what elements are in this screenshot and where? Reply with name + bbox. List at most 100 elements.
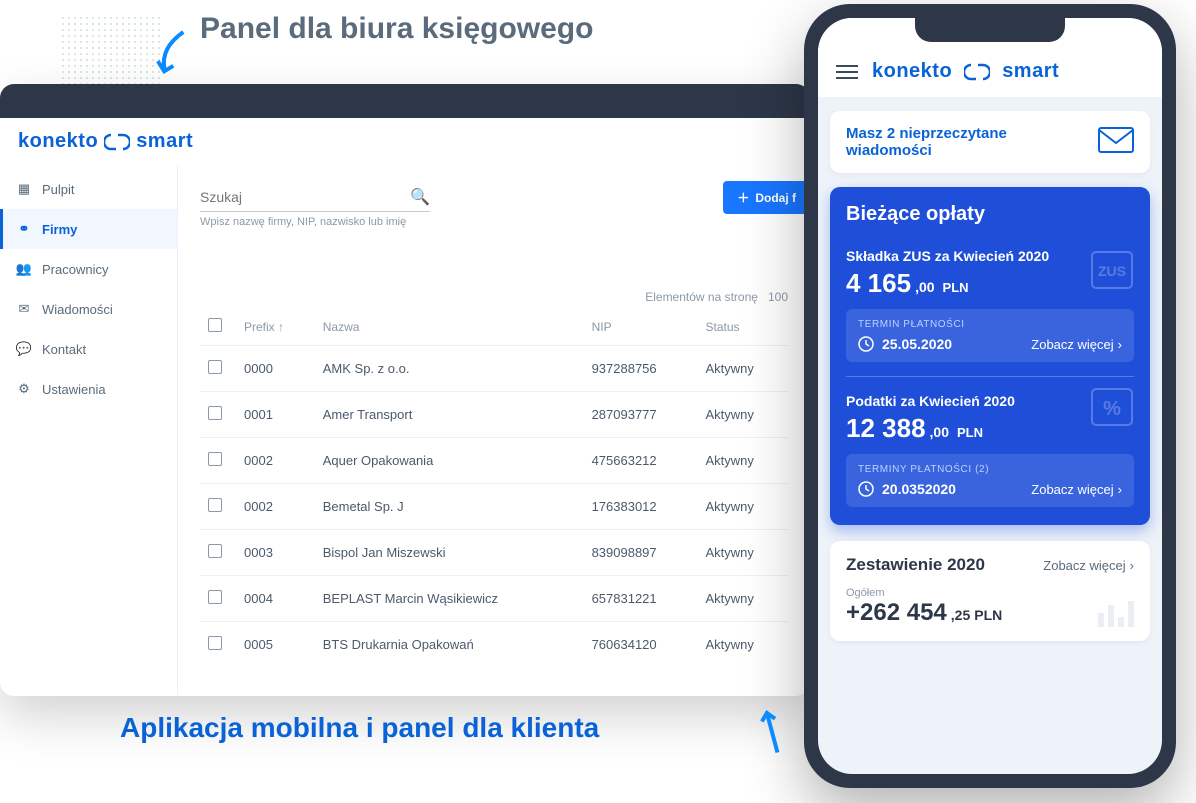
companies-icon: ⚭ xyxy=(16,221,32,237)
pager-value[interactable]: 100 xyxy=(768,290,788,304)
svg-text:%: % xyxy=(1103,398,1121,420)
app-logo: konekto smart xyxy=(0,118,810,165)
th-nip[interactable]: NIP xyxy=(584,308,698,346)
cell-prefix: 0001 xyxy=(236,392,315,438)
deadline-title: TERMINY PŁATNOŚCI (2) xyxy=(858,464,1122,475)
see-more-link[interactable]: Zobacz więcej › xyxy=(1031,337,1122,352)
summary-title: Zestawienie 2020 xyxy=(846,555,985,575)
row-checkbox[interactable] xyxy=(208,452,222,466)
sidebar-label: Wiadomości xyxy=(42,302,113,317)
row-checkbox[interactable] xyxy=(208,498,222,512)
chevron-right-icon: › xyxy=(1118,482,1122,497)
cell-name: Amer Transport xyxy=(315,392,584,438)
fee-block: %Podatki za Kwiecień 202012 388,00PLNTER… xyxy=(846,376,1134,509)
chevron-right-icon: › xyxy=(1130,558,1134,573)
menu-button[interactable] xyxy=(836,65,858,79)
pager-label: Elementów na stronę xyxy=(645,290,758,304)
add-company-button[interactable]: ＋ Dodaj f xyxy=(723,181,810,214)
table-row[interactable]: 0000AMK Sp. z o.o.937288756Aktywny xyxy=(200,346,788,392)
table-row[interactable]: 0001Amer Transport287093777Aktywny xyxy=(200,392,788,438)
cell-name: Bispol Jan Miszewski xyxy=(315,530,584,576)
main-area: 🔍 Wpisz nazwę firmy, NIP, nazwisko lub i… xyxy=(178,165,810,695)
clock-icon xyxy=(858,336,874,352)
row-checkbox[interactable] xyxy=(208,406,222,420)
cell-nip: 176383012 xyxy=(584,484,698,530)
clock-icon xyxy=(858,481,874,497)
row-checkbox[interactable] xyxy=(208,590,222,604)
sidebar-item-wiadomosci[interactable]: ✉ Wiadomości xyxy=(0,289,177,329)
table-row[interactable]: 0002Bemetal Sp. J176383012Aktywny xyxy=(200,484,788,530)
see-more-link[interactable]: Zobacz więcej › xyxy=(1031,482,1122,497)
cell-nip: 287093777 xyxy=(584,392,698,438)
row-checkbox[interactable] xyxy=(208,544,222,558)
cell-name: AMK Sp. z o.o. xyxy=(315,346,584,392)
cell-nip: 760634120 xyxy=(584,622,698,668)
table-row[interactable]: 0004BEPLAST Marcin Wąsikiewicz657831221A… xyxy=(200,576,788,622)
envelope-icon xyxy=(1098,127,1134,158)
total-small: ,25 xyxy=(951,607,970,623)
deadline-date: 20.0352020 xyxy=(858,481,956,497)
row-checkbox[interactable] xyxy=(208,636,222,650)
total-label: Ogółem xyxy=(846,587,1134,599)
cell-nip: 475663212 xyxy=(584,438,698,484)
summary-more[interactable]: Zobacz więcej › xyxy=(1043,558,1134,573)
pager: Elementów na stronę 100 xyxy=(200,290,788,304)
deadline-box: TERMINY PŁATNOŚCI (2) 20.0352020 Zobacz wi… xyxy=(846,454,1134,507)
th-prefix[interactable]: Prefix xyxy=(236,308,315,346)
row-checkbox[interactable] xyxy=(208,360,222,374)
sidebar-item-firmy[interactable]: ⚭ Firmy xyxy=(0,209,177,249)
chat-icon: 💬 xyxy=(16,341,32,357)
cell-prefix: 0003 xyxy=(236,530,315,576)
cell-status: Aktywny xyxy=(697,484,788,530)
cell-prefix: 0000 xyxy=(236,346,315,392)
logo-link-icon xyxy=(104,133,130,151)
add-button-label: Dodaj f xyxy=(755,191,796,205)
table-row[interactable]: 0005BTS Drukarnia Opakowań760634120Aktyw… xyxy=(200,622,788,668)
logo-part2: smart xyxy=(136,130,193,153)
mail-icon: ✉ xyxy=(16,301,32,317)
sidebar-item-kontakt[interactable]: 💬 Kontakt xyxy=(0,329,177,369)
cell-prefix: 0002 xyxy=(236,438,315,484)
cell-prefix: 0002 xyxy=(236,484,315,530)
logo-part1: konekto xyxy=(18,130,98,153)
th-name[interactable]: Nazwa xyxy=(315,308,584,346)
window-titlebar xyxy=(0,84,810,118)
cell-name: Aquer Opakowania xyxy=(315,438,584,484)
caption-desktop: Panel dla biura księgowego xyxy=(200,12,593,46)
cell-nip: 839098897 xyxy=(584,530,698,576)
sidebar-label: Kontakt xyxy=(42,342,86,357)
cell-status: Aktywny xyxy=(697,530,788,576)
phone-frame: konekto smart Masz 2 nieprzeczytane wiad… xyxy=(804,4,1176,788)
svg-text:ZUS: ZUS xyxy=(1098,263,1126,279)
th-status[interactable]: Status xyxy=(697,308,788,346)
sidebar-item-pracownicy[interactable]: 👥 Pracownicy xyxy=(0,249,177,289)
fee-block: ZUSSkładka ZUS za Kwiecień 20204 165,00P… xyxy=(846,240,1134,364)
search-hint: Wpisz nazwę firmy, NIP, nazwisko lub imi… xyxy=(200,216,430,228)
table-row[interactable]: 0002Aquer Opakowania475663212Aktywny xyxy=(200,438,788,484)
total-amount: +262 454 ,25 PLN xyxy=(846,599,1134,627)
unread-messages-card[interactable]: Masz 2 nieprzeczytane wiadomości xyxy=(830,111,1150,173)
logo-part1: konekto xyxy=(872,60,952,83)
sidebar-item-ustawienia[interactable]: ⚙ Ustawienia xyxy=(0,369,177,409)
checkbox-all[interactable] xyxy=(208,318,222,332)
sidebar-item-pulpit[interactable]: ▦ Pulpit xyxy=(0,169,177,209)
sidebar-label: Ustawienia xyxy=(42,382,106,397)
cell-nip: 657831221 xyxy=(584,576,698,622)
search-icon[interactable]: 🔍 xyxy=(410,187,430,207)
deadline-date: 25.05.2020 xyxy=(858,336,952,352)
dashboard-icon: ▦ xyxy=(16,181,32,197)
app-logo: konekto smart xyxy=(872,60,1059,83)
cell-status: Aktywny xyxy=(697,622,788,668)
summary-card[interactable]: Zestawienie 2020 Zobacz więcej › Ogółem … xyxy=(830,541,1150,641)
bar-chart-icon xyxy=(1098,601,1134,627)
cell-prefix: 0005 xyxy=(236,622,315,668)
cell-status: Aktywny xyxy=(697,438,788,484)
chevron-right-icon: › xyxy=(1118,337,1122,352)
arrow-icon xyxy=(745,705,800,760)
search-input[interactable] xyxy=(200,189,410,205)
companies-table: Prefix Nazwa NIP Status 0000AMK Sp. z o.… xyxy=(200,308,788,667)
cell-name: BTS Drukarnia Opakowań xyxy=(315,622,584,668)
arrow-icon xyxy=(146,22,194,78)
table-row[interactable]: 0003Bispol Jan Miszewski839098897Aktywny xyxy=(200,530,788,576)
dot-pattern xyxy=(60,15,160,85)
